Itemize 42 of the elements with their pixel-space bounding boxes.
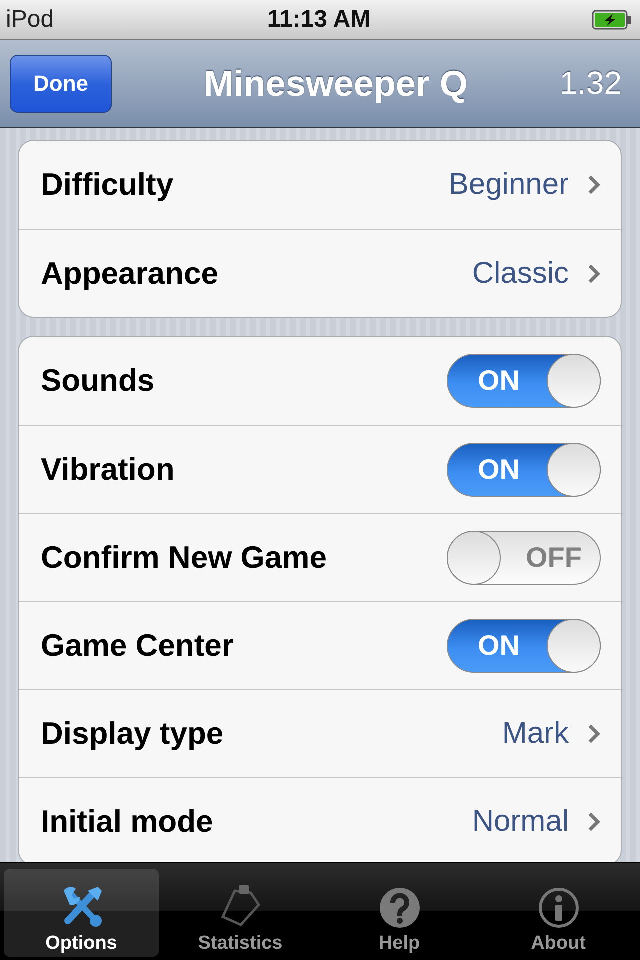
settings-row[interactable]: Sounds ON	[19, 337, 621, 425]
nav-title: Minesweeper Q	[202, 62, 469, 104]
settings-row[interactable]: Confirm New Game OFF	[19, 513, 621, 601]
settings-row[interactable]: Difficulty Beginner	[19, 141, 621, 229]
tab-item[interactable]: Options	[4, 869, 159, 957]
row-label: Display type	[41, 716, 225, 752]
tab-label: Statistics	[198, 933, 283, 955]
tab-item[interactable]: Statistics	[163, 869, 318, 957]
clipboard-icon	[218, 883, 262, 929]
toggle-switch[interactable]: ON	[447, 354, 601, 408]
row-label: Initial mode	[41, 804, 214, 840]
row-label: Sounds	[41, 363, 156, 399]
chevron-icon	[587, 262, 601, 284]
settings-row[interactable]: Display type Mark	[19, 689, 621, 777]
row-label: Confirm New Game	[41, 540, 328, 576]
row-value: Normal	[472, 804, 569, 838]
toggle-switch[interactable]: ON	[447, 618, 601, 672]
help-icon	[378, 887, 420, 929]
row-label: Vibration	[41, 452, 176, 488]
chevron-icon	[587, 174, 601, 196]
row-label: Appearance	[41, 256, 220, 292]
row-value: Beginner	[448, 168, 569, 202]
tab-item[interactable]: Help	[322, 869, 477, 957]
row-value: Mark	[502, 716, 569, 750]
row-value: Classic	[472, 256, 569, 290]
tab-item[interactable]: About	[481, 869, 636, 957]
toggle-switch[interactable]: ON	[447, 442, 601, 496]
tab-label: Options	[46, 933, 118, 955]
version-label: 1.32	[560, 65, 622, 102]
chevron-icon	[587, 722, 601, 744]
tab-label: Help	[378, 933, 420, 955]
row-label: Difficulty	[41, 167, 175, 203]
settings-row[interactable]: Vibration ON	[19, 425, 621, 513]
tab-label: About	[531, 933, 586, 955]
info-icon	[538, 887, 580, 929]
settings-row[interactable]: Game Center ON	[19, 601, 621, 689]
status-time: 11:13 AM	[267, 6, 371, 34]
chevron-icon	[587, 810, 601, 832]
done-button[interactable]: Done	[10, 54, 112, 112]
settings-row[interactable]: Appearance Classic	[19, 229, 621, 317]
carrier-name: iPod	[6, 6, 56, 34]
row-label: Game Center	[41, 628, 235, 664]
